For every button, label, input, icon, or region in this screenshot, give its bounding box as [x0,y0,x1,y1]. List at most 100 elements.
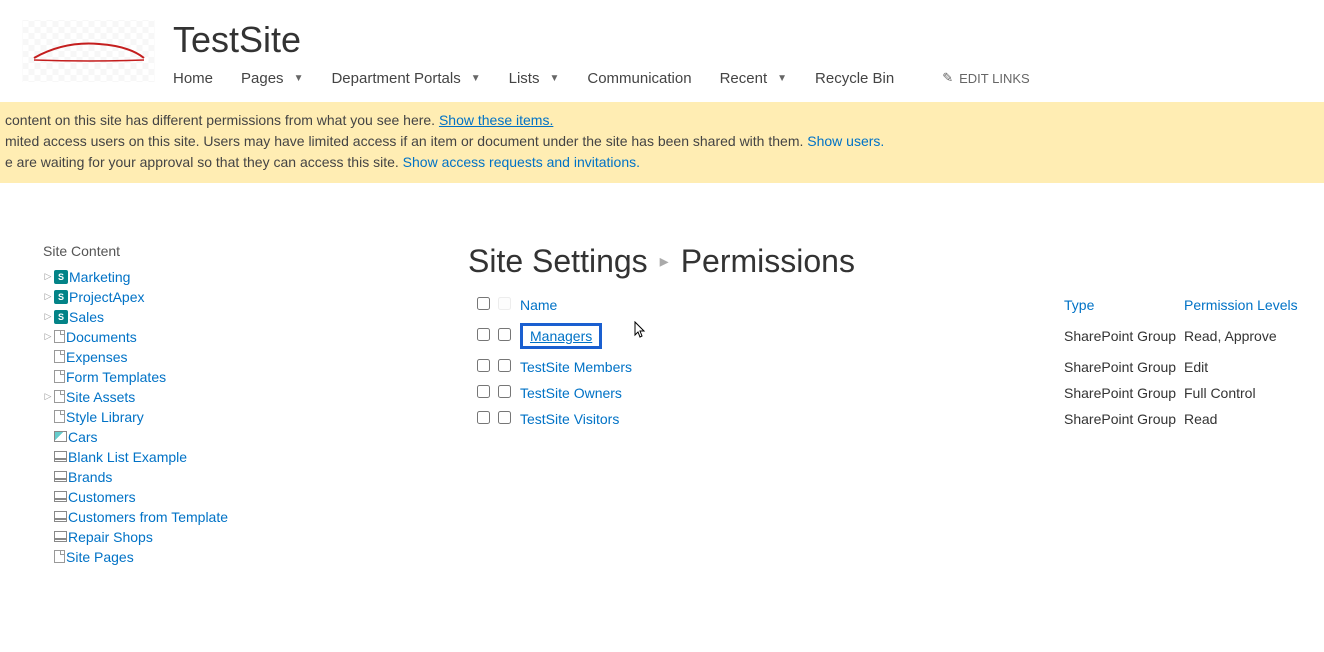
expand-icon[interactable]: ▷ [43,391,53,402]
sidebar-item-label[interactable]: Documents [66,329,137,345]
list-icon [54,491,67,502]
group-link[interactable]: TestSite Owners [520,385,622,401]
sidebar-item-blank-list-example[interactable]: ▷Blank List Example [43,447,423,467]
highlight-box: Managers [520,323,602,349]
nav-pages[interactable]: Pages▼ [241,70,303,87]
sidebar-item-label[interactable]: Site Pages [66,549,134,565]
header: TestSite Home Pages▼ Department Portals▼ Li… [0,0,1324,92]
permission-level: Read, Approve [1184,328,1324,344]
list-icon [54,531,67,542]
banner-text-2: mited access users on this site. Users m… [5,133,807,149]
row-select-checkbox[interactable] [477,411,490,424]
row-select-checkbox[interactable] [477,359,490,372]
permission-level: Full Control [1184,385,1324,401]
sidebar-item-label[interactable]: ProjectApex [69,289,144,305]
expand-icon[interactable]: ▷ [43,311,53,322]
edit-links-button[interactable]: ✎EDIT LINKS [942,70,1029,86]
sidebar-item-customers[interactable]: ▷Customers [43,487,423,507]
nav-recycle-bin[interactable]: Recycle Bin [815,70,894,87]
list-icon [54,511,67,522]
sidebar-item-form-templates[interactable]: ▷Form Templates [43,367,423,387]
sidebar-item-label[interactable]: Cars [68,429,98,445]
sidebar-item-label[interactable]: Site Assets [66,389,135,405]
sidebar-item-site-pages[interactable]: ▷Site Pages [43,547,423,567]
nav-lists[interactable]: Lists▼ [509,70,560,87]
nav-home[interactable]: Home [173,70,213,87]
sidebar-item-brands[interactable]: ▷Brands [43,467,423,487]
row-checkbox[interactable] [498,411,511,424]
banner-text-3: e are waiting for your approval so that … [5,154,403,170]
breadcrumb-arrow-icon: ▸ [660,251,669,272]
show-access-requests-link[interactable]: Show access requests and invitations. [403,154,640,170]
group-type: SharePoint Group [1064,328,1184,344]
group-link[interactable]: TestSite Visitors [520,411,619,427]
sidebar-item-repair-shops[interactable]: ▷Repair Shops [43,527,423,547]
sidebar-item-label[interactable]: Customers from Template [68,509,228,525]
breadcrumb: Site Settings ▸ Permissions [468,243,1324,280]
nav-recent[interactable]: Recent▼ [720,70,787,87]
chevron-down-icon[interactable]: ▼ [294,73,304,84]
document-library-icon [54,550,65,563]
sidebar-item-label[interactable]: Brands [68,469,112,485]
show-items-link[interactable]: Show these items. [439,112,553,128]
breadcrumb-current: Permissions [681,243,855,280]
top-nav: Home Pages▼ Department Portals▼ Lists▼ Commu… [173,70,1030,87]
row-checkbox[interactable] [498,328,511,341]
sidebar-item-label[interactable]: Blank List Example [68,449,187,465]
chevron-down-icon[interactable]: ▼ [471,73,481,84]
document-library-icon [54,410,65,423]
sidebar-item-site-assets[interactable]: ▷ Site Assets [43,387,423,407]
group-link[interactable]: Managers [530,328,592,344]
sharepoint-site-icon: S [54,290,68,304]
sharepoint-site-icon: S [54,310,68,324]
chevron-down-icon[interactable]: ▼ [549,73,559,84]
expand-icon[interactable]: ▷ [43,331,53,342]
sidebar-item-documents[interactable]: ▷ Documents [43,327,423,347]
sidebar-item-sales[interactable]: ▷SSales [43,307,423,327]
show-users-link[interactable]: Show users. [807,133,884,149]
list-icon [54,471,67,482]
permissions-table: Name Type Permission Levels Managers Shar… [468,292,1324,432]
column-header-name[interactable]: Name [520,297,557,313]
table-header-row: Name Type Permission Levels [468,292,1324,318]
row-checkbox[interactable] [498,359,511,372]
sidebar-item-projectapex[interactable]: ▷SProjectApex [43,287,423,307]
sidebar-item-label[interactable]: Expenses [66,349,127,365]
expand-icon[interactable]: ▷ [43,271,53,282]
notification-banner: content on this site has different permi… [0,102,1324,183]
sharepoint-site-icon: S [54,270,68,284]
group-link[interactable]: TestSite Members [520,359,632,375]
expand-icon[interactable]: ▷ [43,291,53,302]
sidebar-item-cars[interactable]: ▷Cars [43,427,423,447]
sidebar-item-label[interactable]: Sales [69,309,104,325]
column-header-type[interactable]: Type [1064,297,1094,313]
left-nav: Site Content ▷SMarketing▷SProjectApex▷SS… [43,243,423,567]
site-logo[interactable] [22,20,155,82]
list-icon [54,451,67,462]
banner-text-1: content on this site has different permi… [5,112,439,128]
table-row: TestSite OwnersSharePoint GroupFull Cont… [468,380,1324,406]
sidebar-item-customers-from-template[interactable]: ▷Customers from Template [43,507,423,527]
sidebar-item-label[interactable]: Repair Shops [68,529,153,545]
row-checkbox[interactable] [498,385,511,398]
site-title[interactable]: TestSite [173,20,1030,60]
sidebar-item-label[interactable]: Marketing [69,269,130,285]
sidebar-item-marketing[interactable]: ▷SMarketing [43,267,423,287]
column-header-level[interactable]: Permission Levels [1184,297,1298,313]
sidebar-item-label[interactable]: Style Library [66,409,144,425]
row-select-checkbox[interactable] [477,328,490,341]
select-all-checkbox[interactable] [477,297,490,310]
car-logo-icon [29,36,149,66]
chevron-down-icon[interactable]: ▼ [777,73,787,84]
row-select-checkbox[interactable] [477,385,490,398]
nav-department-portals[interactable]: Department Portals▼ [331,70,480,87]
sidebar-item-expenses[interactable]: ▷Expenses [43,347,423,367]
group-type: SharePoint Group [1064,359,1184,375]
document-library-icon [54,330,65,343]
sidebar-item-style-library[interactable]: ▷Style Library [43,407,423,427]
sidebar-item-label[interactable]: Customers [68,489,136,505]
breadcrumb-parent[interactable]: Site Settings [468,243,648,280]
sidebar-item-label[interactable]: Form Templates [66,369,166,385]
nav-communication[interactable]: Communication [587,70,691,87]
group-type: SharePoint Group [1064,411,1184,427]
